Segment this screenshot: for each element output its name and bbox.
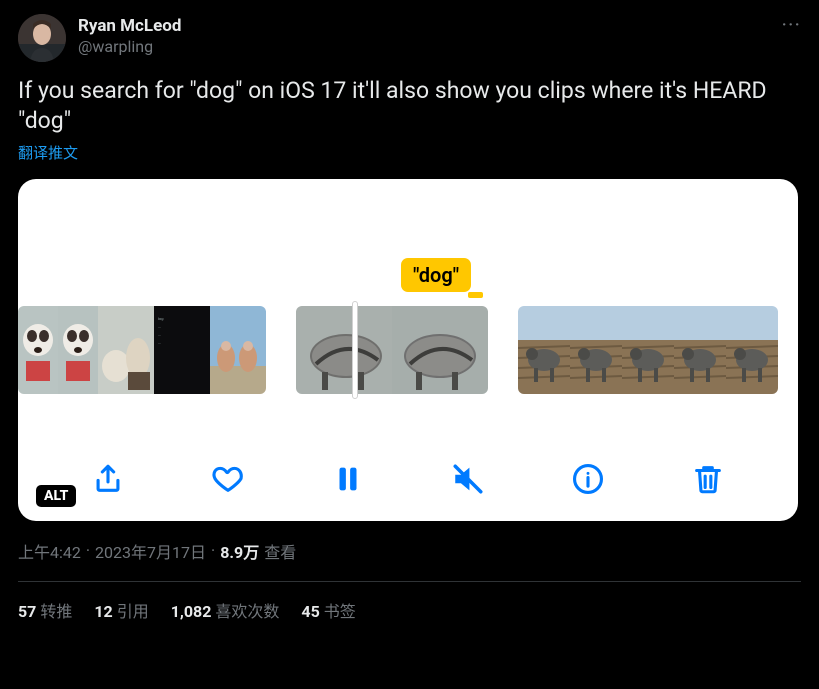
delete-button[interactable] xyxy=(684,455,732,503)
thumb xyxy=(518,306,570,394)
share-button[interactable] xyxy=(84,455,132,503)
svg-text:…: … xyxy=(158,332,161,337)
tweet-header: Ryan McLeod @warpling ··· xyxy=(18,14,801,62)
thumb xyxy=(296,306,392,394)
handle: @warpling xyxy=(78,37,181,57)
thumb xyxy=(570,306,622,394)
views-label: 查看 xyxy=(264,539,296,563)
retweets-stat[interactable]: 57转推 xyxy=(18,598,72,622)
date[interactable]: 2023年7月17日 xyxy=(95,539,206,563)
mute-button[interactable] xyxy=(444,455,492,503)
thumb xyxy=(210,306,266,394)
tweet-stats: 57转推 12引用 1,082喜欢次数 45书签 xyxy=(18,582,801,622)
info-button[interactable] xyxy=(564,455,612,503)
thumb xyxy=(392,306,488,394)
bookmarks-stat[interactable]: 45书签 xyxy=(301,598,355,622)
time[interactable]: 上午4:42 xyxy=(18,539,81,563)
views-count: 8.9万 xyxy=(220,539,259,563)
media-toolbar xyxy=(18,455,798,503)
clip-group-1: log … … … xyxy=(18,306,266,394)
search-term-tooltip: "dog" xyxy=(401,258,471,292)
thumb xyxy=(622,306,674,394)
avatar[interactable] xyxy=(18,14,66,62)
more-button[interactable]: ··· xyxy=(782,14,801,38)
author-names[interactable]: Ryan McLeod @warpling xyxy=(78,14,181,57)
thumb xyxy=(726,306,778,394)
display-name: Ryan McLeod xyxy=(78,16,181,37)
alt-badge[interactable]: ALT xyxy=(36,485,76,507)
thumb: log … … … xyxy=(154,306,210,394)
clip-group-2 xyxy=(296,306,488,394)
clip-group-3 xyxy=(518,306,778,394)
tweet-meta: 上午4:42 · 2023年7月17日 · 8.9万 查看 xyxy=(18,539,801,563)
tooltip-marker xyxy=(468,292,483,298)
media-card[interactable]: "dog" log … … … xyxy=(18,179,798,521)
video-scrubber-strip[interactable]: log … … … xyxy=(18,306,798,394)
tweet-container: Ryan McLeod @warpling ··· If you search … xyxy=(0,0,819,636)
thumb xyxy=(98,306,154,394)
pause-button[interactable] xyxy=(324,455,372,503)
svg-text:log: log xyxy=(158,316,164,321)
thumb xyxy=(58,306,98,394)
scrubber-playhead[interactable] xyxy=(352,301,358,399)
thumb xyxy=(674,306,726,394)
likes-stat[interactable]: 1,082喜欢次数 xyxy=(171,598,280,622)
translate-link[interactable]: 翻译推文 xyxy=(18,142,801,163)
tweet-text: If you search for "dog" on iOS 17 it'll … xyxy=(18,76,801,136)
svg-text:…: … xyxy=(158,340,161,345)
quotes-stat[interactable]: 12引用 xyxy=(94,598,148,622)
like-button[interactable] xyxy=(204,455,252,503)
thumb xyxy=(18,306,58,394)
svg-text:…: … xyxy=(158,324,161,329)
